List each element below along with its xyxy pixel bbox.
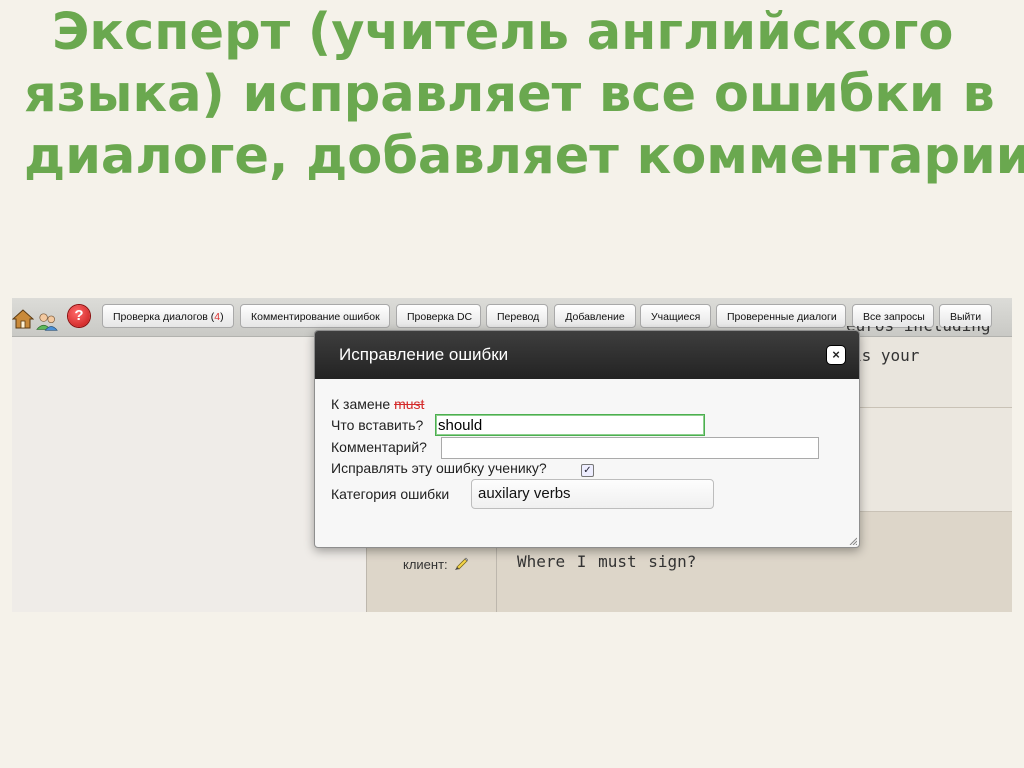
slide-title-line-3: диалоге, добавляет комментарии [24,127,1024,186]
dialog-header: Исправление ошибки × [315,331,859,379]
check-dc-button[interactable]: Проверка DC [396,304,481,328]
translation-button[interactable]: Перевод [486,304,548,328]
home-icon[interactable] [12,308,34,330]
error-comments-button[interactable]: Комментирование ошибок [240,304,390,328]
client-message: Where I must sign? [517,552,697,571]
fix-for-student-label: Исправлять эту ошибку ученику? [331,460,547,476]
add-button[interactable]: Добавление [554,304,636,328]
speaker-label-text: клиент: [403,557,448,572]
comment-input[interactable] [441,437,819,459]
fix-for-student-checkbox[interactable]: ✓ [581,464,594,477]
close-button[interactable]: × [827,346,845,364]
all-requests-button[interactable]: Все запросы [852,304,934,328]
checked-dialogs-button[interactable]: Проверенные диалоги [716,304,846,328]
check-dialogs-label: Проверка диалогов ( [113,311,215,323]
replace-label: К замене [331,396,391,412]
speaker-label: клиент: [403,556,469,572]
category-select[interactable]: auxilary verbs [471,479,714,509]
insert-label: Что вставить? [331,417,424,433]
slide-title: Эксперт (учитель английского языка) испр… [24,2,1024,188]
slide-title-line-1: Эксперт (учитель английского [52,3,954,62]
check-dialogs-suffix: ) [220,311,224,323]
replace-value: must [394,396,425,412]
check-dialogs-button[interactable]: Проверка диалогов (4) [102,304,234,328]
students-button[interactable]: Учащиеся [640,304,711,328]
resize-grip-icon[interactable] [849,537,857,545]
error-correction-dialog: Исправление ошибки × К замене must Что в… [314,330,860,548]
insert-input[interactable] [435,414,705,436]
background-fragment-1: euros including [846,326,991,340]
comment-label: Комментарий? [331,439,427,455]
pencil-icon[interactable] [454,556,469,570]
replace-row: К замене must [331,396,424,412]
category-label: Категория ошибки [331,486,450,502]
help-icon[interactable]: ? [68,305,90,327]
background-fragment-2: is your [852,346,920,365]
users-icon[interactable] [36,310,58,332]
slide-title-line-2: языка) исправляет все ошибки в [24,65,995,124]
logout-button[interactable]: Выйти [939,304,992,328]
dialog-title: Исправление ошибки [339,345,509,364]
